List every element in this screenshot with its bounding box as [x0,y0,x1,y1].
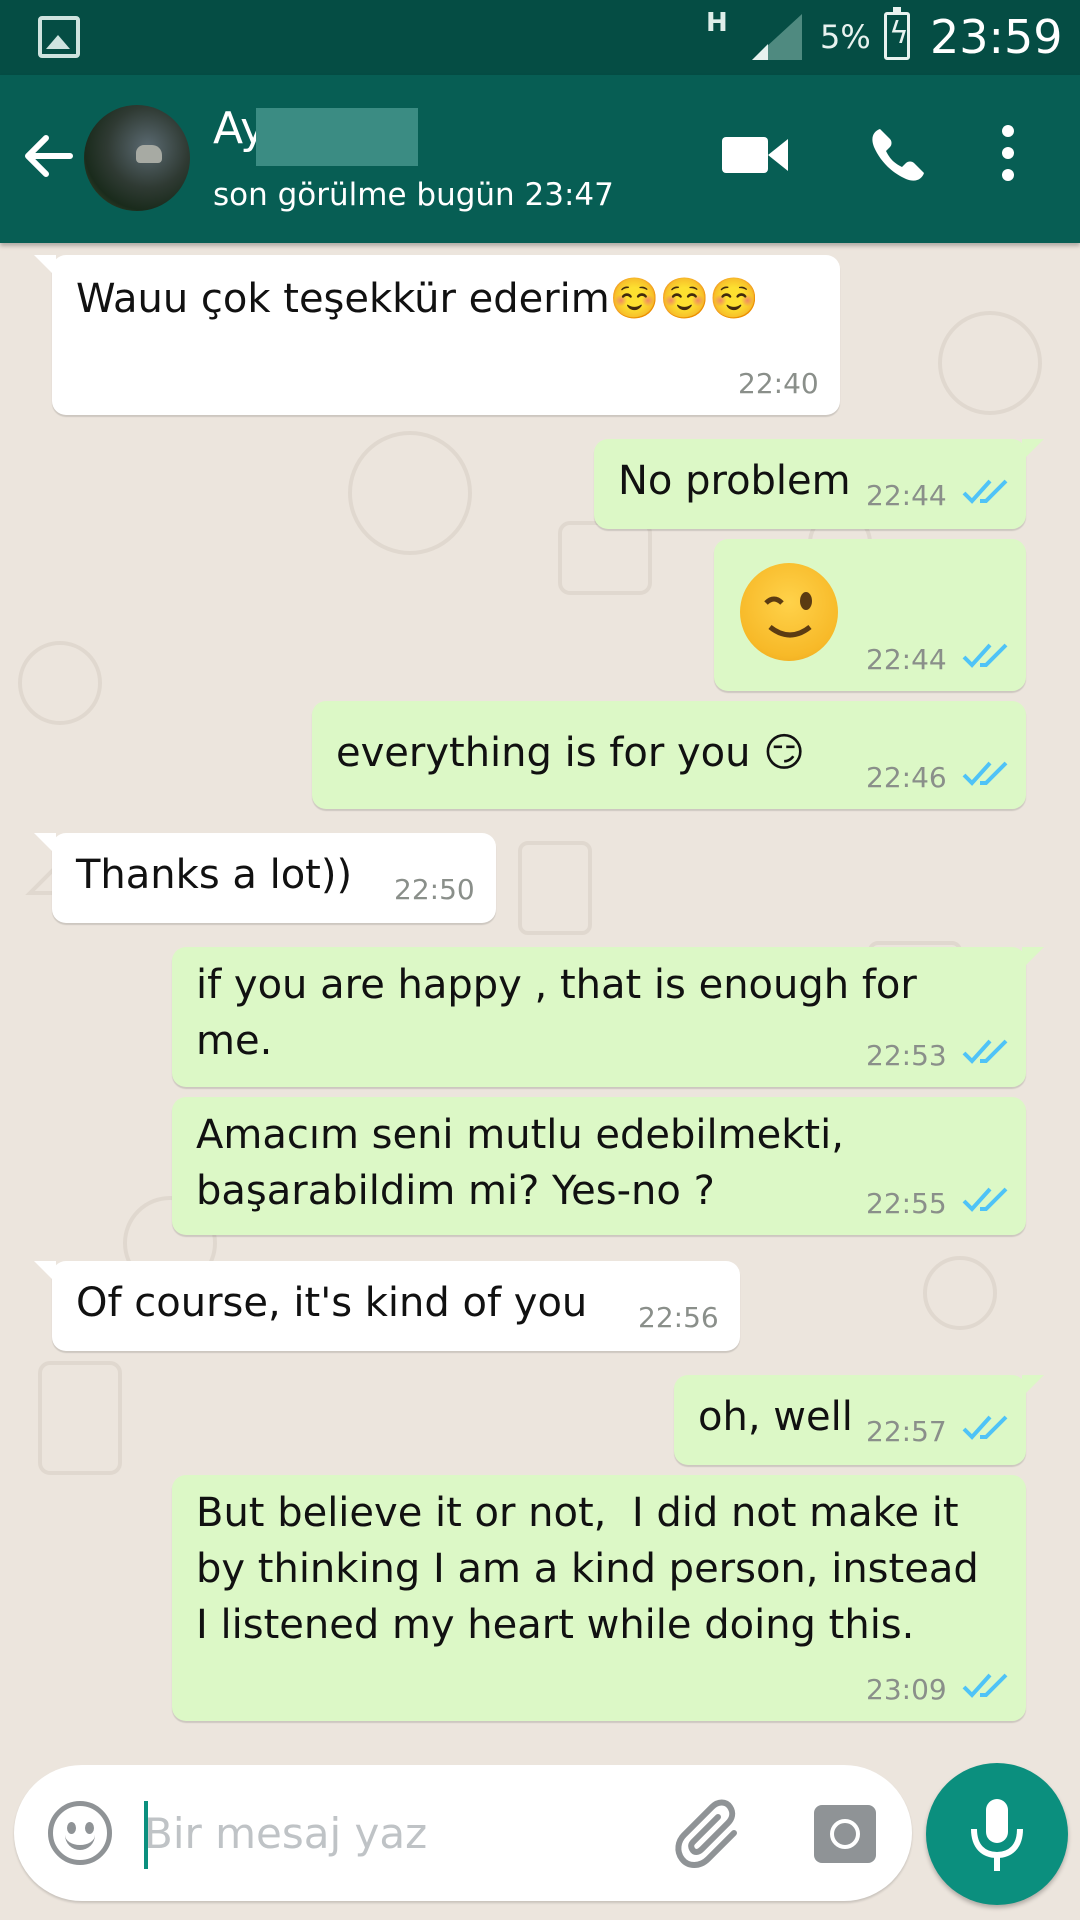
message-time: 22:56 [638,1301,719,1334]
camera-icon[interactable] [814,1805,876,1863]
message-outgoing[interactable]: Amacım seni mutlu edebilmekti, başarabil… [172,1097,1026,1235]
video-call-icon[interactable] [722,131,788,179]
message-time: 22:57 [866,1415,947,1448]
message-text: Of course, it's kind of you [76,1280,588,1326]
mic-icon [971,1799,1023,1871]
more-vert-icon[interactable] [1000,125,1016,189]
status-clock: 23:59 [930,10,1063,64]
message-incoming[interactable]: Of course, it's kind of you 22:56 [34,1261,740,1351]
message-time: 22:53 [866,1039,947,1072]
back-arrow-icon[interactable] [20,128,76,184]
message-text: Thanks a lot)) [76,852,353,898]
network-type: H [706,8,728,38]
chat-header: Ay son görülme bugün 23:47 [0,75,1080,243]
message-time: 22:44 [866,643,947,676]
chat-area[interactable]: Wauu çok teşekkür ederim☺️☺️☺️ 22:40 No … [0,243,1080,1763]
message-text: everything is for you 😏 [336,730,805,776]
emoji-icon[interactable] [48,1801,112,1865]
message-input[interactable] [144,1795,644,1871]
double-check-icon [962,479,1008,504]
wink-emoji [740,563,838,661]
double-check-icon [962,1187,1008,1212]
message-time: 22:44 [866,479,947,512]
message-text: Wauu çok teşekkür ederim☺️☺️☺️ [76,276,760,322]
phone-icon[interactable] [868,125,928,185]
last-seen-status: son görülme bugün 23:47 [213,177,614,213]
double-check-icon [962,1039,1008,1064]
status-bar: H 5% ϟ 23:59 [0,0,1080,75]
avatar[interactable] [84,105,190,211]
mic-button[interactable] [926,1763,1068,1905]
message-outgoing[interactable]: But believe it or not, I did not make it… [172,1475,1026,1721]
double-check-icon [962,761,1008,786]
message-text: oh, well [698,1394,853,1440]
message-outgoing[interactable]: everything is for you 😏 22:46 [312,701,1026,809]
message-text: No problem [618,458,851,504]
attach-icon[interactable] [674,1799,748,1869]
message-incoming[interactable]: Thanks a lot)) 22:50 [34,833,496,923]
signal-icon [752,14,802,60]
message-time: 22:55 [866,1187,947,1220]
message-time: 22:40 [738,367,819,400]
message-text: Amacım seni mutlu edebilmekti, başarabil… [196,1112,857,1214]
message-outgoing[interactable]: if you are happy , that is enough for me… [172,947,1044,1087]
double-check-icon [962,1415,1008,1440]
message-text: if you are happy , that is enough for me… [196,962,930,1064]
message-text: But believe it or not, I did not make it… [196,1490,992,1648]
battery-percentage: 5% [820,18,871,56]
message-outgoing[interactable]: oh, well 22:57 [674,1375,1044,1465]
battery-icon: ϟ [884,7,910,60]
message-outgoing[interactable]: No problem 22:44 [594,439,1044,529]
double-check-icon [962,643,1008,668]
message-time: 23:09 [866,1673,947,1706]
message-time: 22:46 [866,761,947,794]
message-incoming[interactable]: Wauu çok teşekkür ederim☺️☺️☺️ 22:40 [34,255,840,415]
name-redaction [256,108,418,166]
gallery-icon [38,16,80,58]
message-time: 22:50 [394,873,475,906]
message-outgoing[interactable]: 22:44 [714,539,1026,691]
message-composer [14,1765,912,1901]
double-check-icon [962,1673,1008,1698]
